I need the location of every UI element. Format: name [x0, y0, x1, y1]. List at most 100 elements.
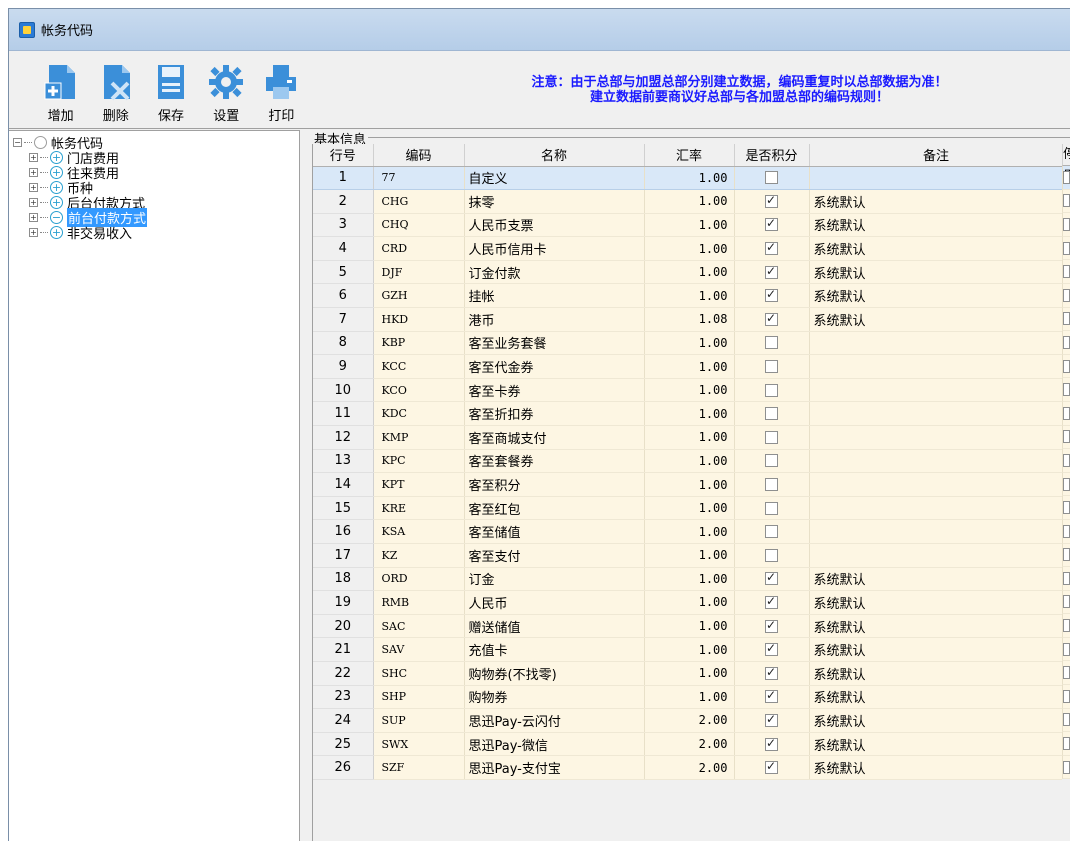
row-name[interactable]: 抹零	[464, 189, 645, 214]
row-code[interactable]: KSA	[373, 519, 465, 544]
disabled-checkbox[interactable]	[1063, 383, 1070, 397]
row-name[interactable]: 购物券	[464, 685, 645, 710]
tree-item-transaction-expense[interactable]: + + 往来费用	[9, 165, 299, 182]
row-name[interactable]: 客至商城支付	[464, 425, 645, 450]
points-checkbox[interactable]	[765, 736, 778, 751]
row-rate[interactable]: 1.00	[644, 331, 735, 356]
col-header-name[interactable]: 名称	[464, 144, 645, 167]
row-name[interactable]: 客至储值	[464, 519, 645, 544]
row-rate[interactable]: 1.00	[644, 519, 735, 544]
row-code[interactable]: KCC	[373, 354, 465, 379]
tree-root[interactable]: − 帐务代码	[9, 135, 299, 152]
disabled-checkbox[interactable]	[1063, 737, 1070, 751]
disabled-checkbox[interactable]	[1063, 571, 1070, 585]
disabled-checkbox[interactable]	[1063, 642, 1070, 656]
row-rate[interactable]: 1.00	[644, 637, 735, 662]
row-rate[interactable]: 1.00	[644, 166, 735, 191]
disabled-checkbox[interactable]	[1063, 477, 1070, 491]
row-rate[interactable]: 1.00	[644, 236, 735, 261]
row-name[interactable]: 客至业务套餐	[464, 331, 645, 356]
table-row[interactable]: 2CHG抹零1.00 系统默认	[313, 189, 1062, 214]
row-name[interactable]: 思迅Pay-支付宝	[464, 755, 645, 780]
table-row[interactable]: 12 KMP 客至商城支付 1.00	[313, 425, 1062, 450]
row-note[interactable]	[809, 543, 1062, 568]
row-code[interactable]: DJF	[373, 260, 465, 285]
add-button[interactable]: 增加	[33, 63, 88, 124]
col-header-points[interactable]: 是否积分	[734, 144, 810, 167]
table-row[interactable]: 9 KCC 客至代金券 1.00	[313, 354, 1062, 379]
row-name[interactable]: 客至代金券	[464, 354, 645, 379]
row-name[interactable]: 客至折扣券	[464, 401, 645, 427]
row-note[interactable]: 系统默认	[809, 307, 1062, 332]
points-checkbox[interactable]	[765, 665, 778, 680]
disabled-checkbox[interactable]	[1063, 548, 1070, 562]
row-note[interactable]: 系统默认	[809, 260, 1062, 285]
table-row[interactable]: 25SWX思迅Pay-微信2.00 系统默认	[313, 732, 1062, 757]
row-code[interactable]: SHC	[373, 661, 465, 686]
row-rate[interactable]: 1.00	[644, 472, 735, 497]
row-note[interactable]	[809, 472, 1062, 497]
row-note[interactable]: 系统默认	[809, 614, 1062, 639]
row-code[interactable]: SHP	[373, 685, 465, 710]
disabled-checkbox[interactable]	[1063, 760, 1070, 774]
row-name[interactable]: 客至红包	[464, 496, 645, 521]
points-checkbox[interactable]	[765, 759, 778, 775]
disabled-checkbox[interactable]	[1063, 170, 1070, 184]
tree-item-currency[interactable]: + + 币种	[9, 180, 299, 197]
row-rate[interactable]: 1.00	[644, 685, 735, 710]
disabled-checkbox[interactable]	[1063, 194, 1070, 208]
disabled-checkbox[interactable]	[1063, 713, 1070, 727]
row-rate[interactable]: 1.00	[644, 661, 735, 686]
row-code[interactable]: CHG	[373, 189, 465, 214]
row-note[interactable]	[809, 519, 1062, 544]
row-name[interactable]: 订金	[464, 567, 645, 592]
row-note[interactable]: 系统默认	[809, 283, 1062, 309]
row-rate[interactable]: 1.00	[644, 590, 735, 615]
row-code[interactable]: 77	[373, 166, 465, 191]
disabled-checkbox[interactable]	[1063, 312, 1070, 326]
table-row[interactable]: 23SHP购物券1.00 系统默认	[313, 685, 1062, 710]
row-rate[interactable]: 1.00	[644, 496, 735, 521]
row-rate[interactable]: 1.00	[644, 425, 735, 450]
points-checkbox[interactable]	[765, 430, 778, 444]
disabled-checkbox[interactable]	[1063, 241, 1070, 255]
expand-icon[interactable]: +	[29, 228, 38, 237]
points-checkbox[interactable]	[765, 501, 778, 515]
data-grid[interactable]: 行号 编码 名称 汇率 是否积分 备注 1 77 自定义 1.00 2 CHG 抹零 1.00…	[312, 144, 1062, 841]
row-rate[interactable]: 1.08	[644, 307, 735, 332]
disabled-checkbox[interactable]	[1063, 288, 1070, 302]
row-note[interactable]: 系统默认	[809, 708, 1062, 733]
tree-item-store-expense[interactable]: + + 门店费用	[9, 150, 299, 167]
points-checkbox[interactable]	[765, 336, 778, 350]
col-header-rate[interactable]: 汇率	[644, 144, 735, 167]
row-name[interactable]: 思迅Pay-微信	[464, 732, 645, 757]
row-note[interactable]	[809, 496, 1062, 521]
expand-icon[interactable]: +	[29, 198, 38, 207]
row-code[interactable]: ORD	[373, 567, 465, 592]
row-note[interactable]	[809, 425, 1062, 450]
table-row[interactable]: 14 KPT 客至积分 1.00	[313, 472, 1062, 497]
points-checkbox[interactable]	[765, 360, 778, 374]
points-checkbox[interactable]	[765, 641, 778, 657]
table-row[interactable]: 3CHQ人民币支票1.00 系统默认	[313, 213, 1062, 238]
points-checkbox[interactable]	[765, 311, 778, 326]
expand-icon[interactable]: +	[29, 183, 38, 192]
points-checkbox[interactable]	[765, 240, 778, 256]
expand-icon[interactable]: +	[29, 153, 38, 162]
table-row[interactable]: 20SAC赠送储值1.00 系统默认	[313, 614, 1062, 639]
table-row[interactable]: 8 KBP 客至业务套餐 1.00	[313, 331, 1062, 356]
points-checkbox[interactable]	[765, 171, 778, 185]
row-rate[interactable]: 1.00	[644, 378, 735, 403]
row-name[interactable]: 客至支付	[464, 543, 645, 568]
row-rate[interactable]: 2.00	[644, 708, 735, 733]
table-row[interactable]: 7HKD港币1.08 系统默认	[313, 307, 1062, 332]
row-code[interactable]: SUP	[373, 708, 465, 733]
points-checkbox[interactable]	[765, 216, 778, 232]
points-checkbox[interactable]	[765, 454, 778, 468]
disabled-checkbox[interactable]	[1063, 335, 1070, 349]
tree-item-frontend-payment[interactable]: + − 前台付款方式	[9, 208, 299, 227]
row-rate[interactable]: 1.00	[644, 543, 735, 568]
row-code[interactable]: KCO	[373, 378, 465, 403]
collapse-icon[interactable]: −	[13, 138, 22, 147]
points-checkbox[interactable]	[765, 383, 778, 397]
